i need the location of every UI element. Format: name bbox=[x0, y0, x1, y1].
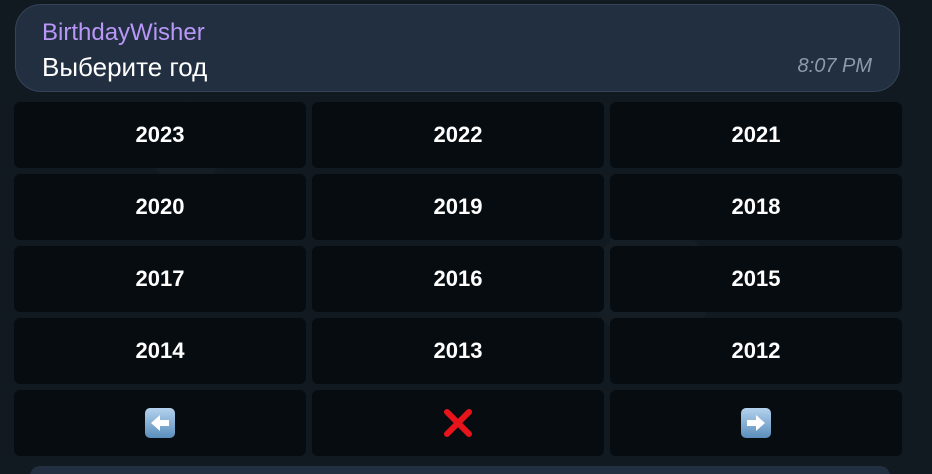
year-button-2023[interactable]: 2023 bbox=[14, 102, 306, 168]
cancel-button[interactable] bbox=[312, 390, 604, 456]
inline-keyboard: 2023 2022 2021 2020 2019 2018 2017 2016 … bbox=[14, 102, 902, 456]
year-button-2021[interactable]: 2021 bbox=[610, 102, 902, 168]
message-bubble: BirthdayWisher Выберите год 8:07 PM bbox=[15, 4, 900, 92]
message-time: 8:07 PM bbox=[797, 55, 872, 77]
year-button-2013[interactable]: 2013 bbox=[312, 318, 604, 384]
year-button-2020[interactable]: 2020 bbox=[14, 174, 306, 240]
cross-mark-icon bbox=[441, 406, 475, 440]
year-button-2017[interactable]: 2017 bbox=[14, 246, 306, 312]
sender-name[interactable]: BirthdayWisher bbox=[42, 19, 873, 47]
year-button-2022[interactable]: 2022 bbox=[312, 102, 604, 168]
message-text: Выберите год bbox=[42, 52, 208, 82]
year-button-2018[interactable]: 2018 bbox=[610, 174, 902, 240]
year-button-2014[interactable]: 2014 bbox=[14, 318, 306, 384]
next-page-button[interactable] bbox=[610, 390, 902, 456]
year-button-2012[interactable]: 2012 bbox=[610, 318, 902, 384]
previous-page-button[interactable] bbox=[14, 390, 306, 456]
next-message-edge bbox=[30, 466, 890, 474]
right-arrow-icon bbox=[741, 408, 771, 438]
left-arrow-icon bbox=[145, 408, 175, 438]
year-button-2015[interactable]: 2015 bbox=[610, 246, 902, 312]
year-button-2016[interactable]: 2016 bbox=[312, 246, 604, 312]
year-button-2019[interactable]: 2019 bbox=[312, 174, 604, 240]
